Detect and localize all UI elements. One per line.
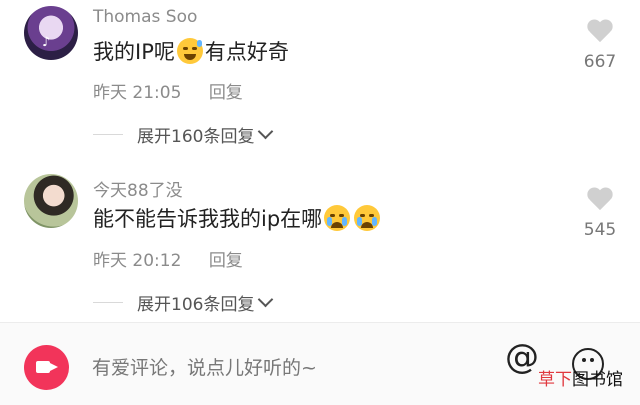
comment-text-part: 能不能告诉我我的ip在哪 <box>93 207 323 231</box>
reply-button[interactable]: 回复 <box>209 251 243 271</box>
comment-text: 我的IP呢 有点好奇 <box>93 36 289 66</box>
watermark-part-b: 图书馆 <box>572 370 623 390</box>
comment-input-bar: 有爱评论，说点儿好听的~ @ 草下图书馆 <box>0 323 640 405</box>
watermark: 草下图书馆 <box>538 365 623 390</box>
comment-input[interactable]: 有爱评论，说点儿好听的~ <box>92 353 317 380</box>
like-button[interactable]: 545 <box>580 188 620 240</box>
expand-replies-button[interactable]: 展开160条回复 <box>93 122 274 147</box>
like-count: 545 <box>583 220 617 240</box>
comment-text-part: 我的IP呢 <box>93 40 175 64</box>
comment-meta: 昨天 20:12 回复 <box>93 246 243 271</box>
expand-replies-label: 展开106条回复 <box>137 295 255 315</box>
like-count: 667 <box>583 52 617 72</box>
mention-icon[interactable]: @ <box>505 337 539 377</box>
chevron-down-icon <box>258 291 274 308</box>
expand-replies-button[interactable]: 展开106条回复 <box>93 290 274 315</box>
crying-emoji-icon <box>354 205 381 231</box>
comment-text: 能不能告诉我我的ip在哪 <box>93 203 382 233</box>
comment-time: 昨天 21:05 <box>93 83 182 103</box>
avatar[interactable] <box>24 174 78 228</box>
crying-emoji-icon <box>324 205 351 231</box>
divider-line <box>93 302 123 303</box>
heart-icon[interactable] <box>587 188 613 212</box>
divider-line <box>93 134 123 135</box>
tiktok-logo-icon: ♪ <box>42 35 51 50</box>
reply-button[interactable]: 回复 <box>209 83 243 103</box>
camera-button[interactable] <box>24 345 69 390</box>
avatar[interactable]: ♪ <box>24 6 78 60</box>
comment-meta: 昨天 21:05 回复 <box>93 78 243 103</box>
watermark-part-a: 草下 <box>538 370 572 390</box>
username[interactable]: Thomas Soo <box>93 7 197 27</box>
username[interactable]: 今天88了没 <box>93 176 183 201</box>
camera-lens-icon <box>50 363 58 371</box>
expand-replies-label: 展开160条回复 <box>137 127 255 147</box>
comment-time: 昨天 20:12 <box>93 251 182 271</box>
grinning-sweat-emoji-icon <box>176 38 203 64</box>
camera-icon <box>36 361 50 373</box>
like-button[interactable]: 667 <box>580 20 620 72</box>
chevron-down-icon <box>258 123 274 140</box>
heart-icon[interactable] <box>587 20 613 44</box>
comment-text-part: 有点好奇 <box>204 40 289 64</box>
